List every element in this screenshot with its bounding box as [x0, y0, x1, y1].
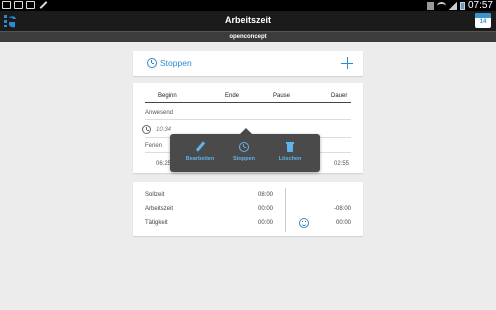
- notification-icon: [426, 1, 434, 10]
- header-begin: Beginn: [158, 93, 177, 99]
- clock-time: 07:57: [467, 0, 493, 11]
- pencil-icon: [195, 142, 205, 152]
- summary-card: Sollzeit 08:00 Arbeitszeit 00:00 Tätigke…: [133, 182, 363, 236]
- header-pause: Pause: [273, 93, 291, 99]
- clock-icon: [142, 125, 151, 134]
- cell-begin: 06:25: [156, 161, 172, 167]
- wifi-icon: [436, 1, 446, 10]
- calendar-date: 14: [479, 19, 487, 25]
- clock-icon: [239, 142, 249, 152]
- cell-duration: 02:55: [334, 161, 350, 167]
- section-divider: [145, 119, 351, 120]
- trash-icon: [285, 142, 295, 152]
- section-title: Anwesend: [145, 110, 174, 116]
- stop-button[interactable]: Stoppen: [133, 51, 363, 76]
- summary-divider: [285, 188, 286, 232]
- summary-label: Tätigkeit: [145, 220, 168, 226]
- account-bar: openconcept: [0, 31, 496, 42]
- header-end: Ende: [225, 93, 240, 99]
- stop-popup-label: Stoppen: [233, 156, 255, 162]
- summary-value: 00:00: [257, 220, 273, 226]
- edit-button[interactable]: Bearbeiten: [178, 134, 222, 172]
- battery-icon: [459, 1, 465, 10]
- stop-card: Stoppen: [133, 51, 363, 76]
- image-icon: [2, 1, 11, 9]
- clock-icon: [147, 58, 157, 68]
- summary-value: 00:00: [257, 206, 273, 212]
- header-divider: [145, 102, 351, 103]
- balance-value: 00:00: [335, 220, 351, 226]
- shop-icon: [26, 1, 35, 9]
- context-popup: Bearbeiten Stoppen Löschen: [170, 134, 320, 172]
- edit-label: Bearbeiten: [185, 156, 215, 162]
- action-bar: Arbeitszeit 14: [0, 11, 496, 31]
- summary-label: Sollzeit: [145, 192, 165, 198]
- stop-label: Stoppen: [160, 58, 192, 68]
- page-title: Arbeitszeit: [224, 15, 271, 25]
- balance-value: -08:00: [333, 206, 351, 212]
- account-name: openconcept: [229, 34, 267, 40]
- calendar-button[interactable]: 14: [475, 13, 491, 28]
- header-duration: Dauer: [331, 93, 348, 99]
- summary-value: 08:00: [257, 192, 273, 198]
- summary-label: Arbeitszeit: [145, 206, 174, 212]
- signal-icon: [448, 1, 457, 10]
- image-icon: [14, 1, 23, 9]
- stop-popup-button[interactable]: Stoppen: [222, 134, 266, 172]
- add-icon[interactable]: [341, 57, 353, 69]
- entry-start-time: 10:34: [156, 127, 172, 133]
- system-icons: 07:57: [426, 0, 493, 11]
- notification-icons: [2, 1, 47, 9]
- section-title: Ferien: [145, 143, 163, 149]
- smiley-icon: [299, 218, 309, 228]
- delete-button[interactable]: Löschen: [268, 134, 312, 172]
- status-bar: 07:57: [0, 0, 496, 11]
- pencil-icon: [38, 1, 47, 9]
- delete-label: Löschen: [278, 156, 302, 162]
